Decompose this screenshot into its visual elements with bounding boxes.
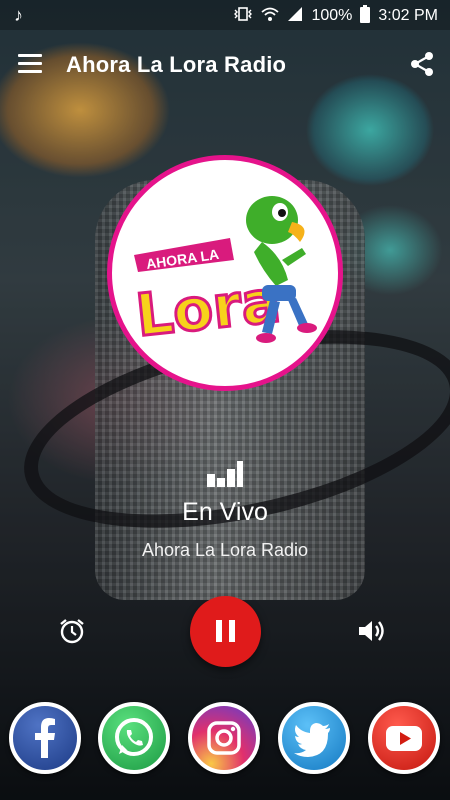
pause-icon: [216, 620, 235, 642]
wifi-icon: [261, 6, 280, 26]
station-name: Ahora La Lora Radio: [141, 540, 309, 560]
app-title: Ahora La Lora Radio: [66, 52, 287, 77]
battery-percent: 100%: [311, 7, 353, 24]
vibrate-icon: [233, 6, 253, 26]
share-icon[interactable]: [408, 50, 436, 78]
social-bar: [0, 702, 450, 782]
app-bar: Ahora La Lora Radio: [0, 30, 450, 102]
volume-icon[interactable]: [357, 617, 387, 645]
status-bar: ♪ 100% 3:02 PM: [0, 0, 450, 30]
battery-icon: [360, 5, 371, 27]
youtube-icon: [386, 726, 422, 751]
whatsapp-button[interactable]: [98, 702, 170, 774]
youtube-button[interactable]: [368, 702, 440, 774]
twitter-icon: [294, 723, 330, 757]
whatsapp-icon: [115, 718, 153, 756]
twitter-button[interactable]: [278, 702, 350, 774]
background-image: [0, 0, 450, 800]
instagram-icon: [207, 721, 241, 755]
pause-button[interactable]: [190, 596, 261, 667]
playback-status: En Vivo: [182, 498, 268, 526]
alarm-clock-icon[interactable]: [58, 617, 86, 645]
music-note-icon: ♪: [14, 5, 23, 25]
instagram-button[interactable]: [188, 702, 260, 774]
menu-icon[interactable]: [18, 54, 42, 74]
station-logo: AHORA LA Lora: [107, 155, 343, 391]
equalizer-icon: [207, 461, 243, 487]
signal-icon: [287, 6, 303, 26]
facebook-button[interactable]: [9, 702, 81, 774]
facebook-icon: [35, 718, 55, 758]
clock: 3:02 PM: [378, 7, 438, 24]
